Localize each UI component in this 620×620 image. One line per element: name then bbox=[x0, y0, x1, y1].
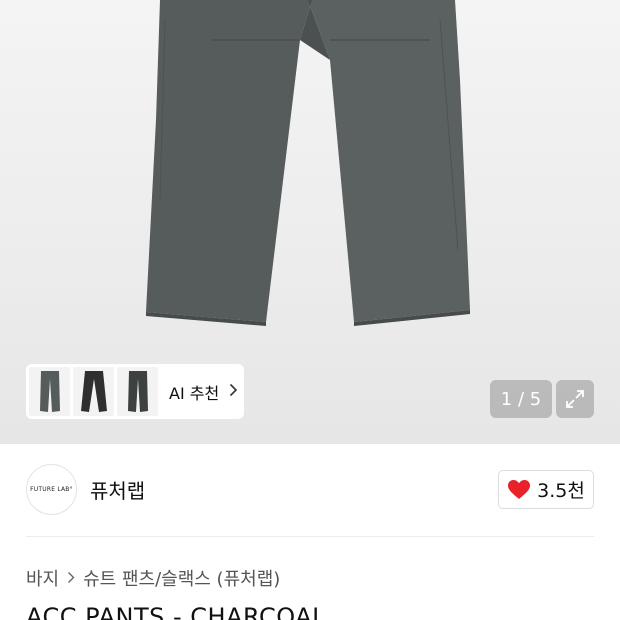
breadcrumb-category[interactable]: 바지 bbox=[26, 565, 59, 591]
thumbnail-1[interactable] bbox=[29, 367, 70, 416]
brand-logo[interactable]: FUTURE LAB° bbox=[26, 464, 77, 515]
thumbnail-strip: AI 추천 bbox=[26, 364, 244, 419]
thumbnail-2[interactable] bbox=[73, 367, 114, 416]
divider bbox=[26, 536, 594, 537]
product-image-gallery[interactable]: AI 추천 1 / 5 bbox=[0, 0, 620, 444]
ai-recommend-label: AI 추천 bbox=[169, 383, 220, 403]
chevron-right-icon bbox=[67, 568, 75, 589]
thumbnail-3[interactable] bbox=[117, 367, 158, 416]
product-title: ACC PANTS - CHARCOAL bbox=[26, 603, 326, 620]
expand-icon bbox=[566, 390, 584, 408]
breadcrumb: 바지 슈트 팬츠/슬랙스 (퓨처랩) bbox=[26, 565, 280, 591]
chevron-right-icon bbox=[229, 382, 238, 401]
ai-recommend-button[interactable]: AI 추천 bbox=[169, 380, 238, 404]
expand-button[interactable] bbox=[556, 380, 594, 418]
like-button[interactable]: 3.5천 bbox=[498, 470, 594, 509]
image-counter: 1 / 5 bbox=[490, 380, 552, 418]
breadcrumb-subcategory[interactable]: 슈트 팬츠/슬랙스 (퓨처랩) bbox=[83, 565, 280, 591]
brand-name[interactable]: 퓨처랩 bbox=[90, 475, 145, 504]
brand-row: FUTURE LAB° 퓨처랩 3.5천 bbox=[0, 444, 620, 536]
brand-logo-text: FUTURE LAB° bbox=[30, 486, 73, 493]
heart-icon bbox=[508, 480, 531, 499]
like-count: 3.5천 bbox=[537, 480, 585, 502]
